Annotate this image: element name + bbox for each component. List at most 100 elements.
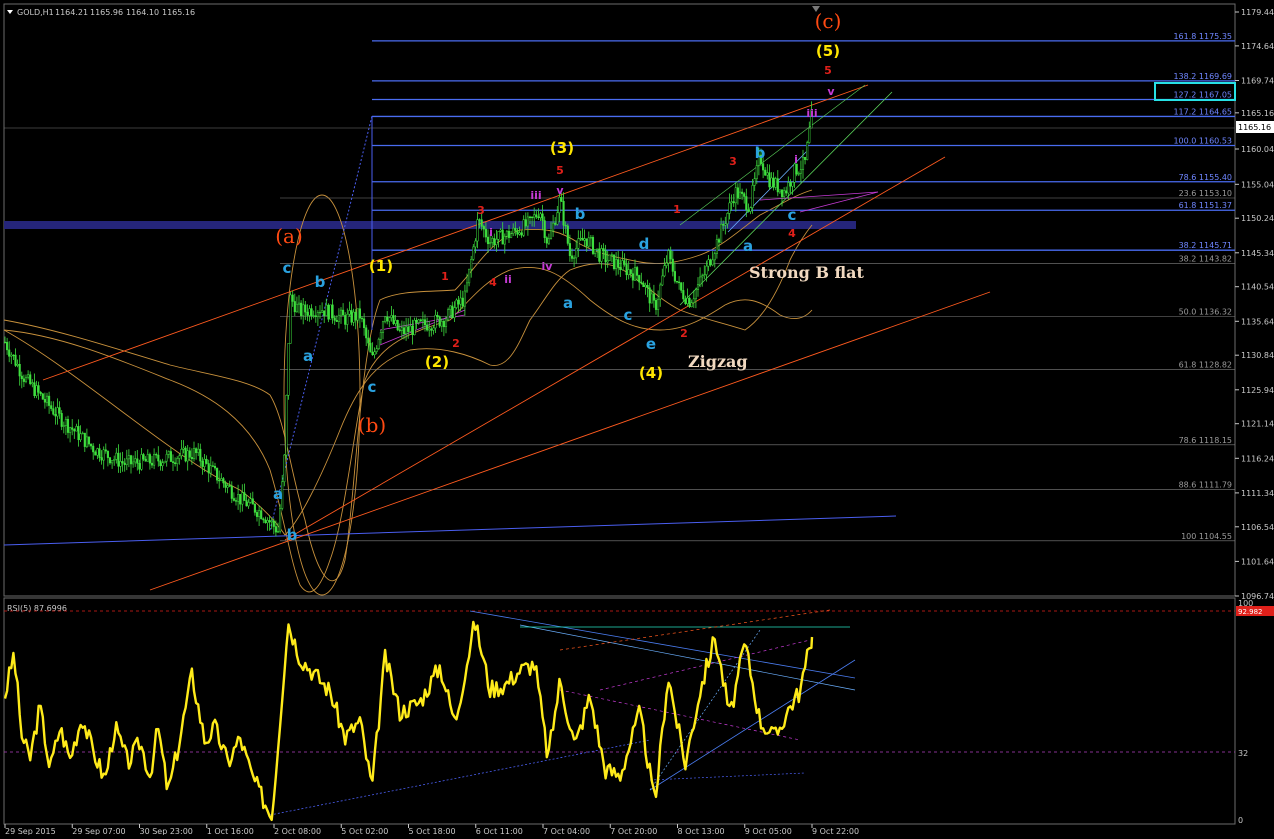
wave-label: 5	[556, 164, 564, 177]
price-tick-label: 1160.04	[1241, 145, 1274, 154]
candle-body	[405, 326, 408, 334]
price-tick-label: 1130.84	[1241, 351, 1274, 360]
candle-body	[558, 197, 561, 214]
wave-label: a	[563, 294, 573, 312]
candle-body	[209, 465, 212, 474]
candle-body	[62, 425, 65, 427]
candle-body	[484, 228, 487, 238]
candle-body	[98, 448, 101, 458]
candle-body	[434, 314, 437, 329]
candle-body	[218, 479, 221, 482]
candle-body	[6, 341, 9, 351]
fib-level-label: 100.0 1160.53	[1173, 137, 1232, 146]
candle-body	[543, 220, 546, 238]
candle-body	[579, 237, 582, 240]
candle-body	[636, 267, 639, 276]
candle-body	[316, 312, 319, 317]
candle-body	[283, 454, 286, 483]
candle-body	[621, 260, 624, 270]
candle-body	[644, 285, 647, 288]
candle-body	[247, 502, 250, 507]
candle-body	[449, 305, 452, 310]
candle-body	[106, 450, 109, 458]
candle-body	[726, 213, 729, 225]
candle-body	[117, 452, 120, 467]
candle-body	[526, 216, 529, 227]
candle-body	[312, 315, 315, 317]
candle-body	[121, 461, 124, 464]
candle-body	[3, 341, 7, 344]
candle-body	[520, 232, 523, 236]
candle-body	[314, 315, 317, 317]
candle-body	[230, 485, 233, 499]
candle-body	[249, 498, 252, 503]
candle-body	[111, 460, 114, 464]
time-tick-label: 29 Sep 07:00	[72, 827, 125, 835]
candle-body	[596, 248, 599, 250]
candle-body	[783, 190, 786, 197]
candle-body	[386, 316, 389, 322]
candle-body	[650, 293, 653, 304]
candle-body	[600, 248, 603, 262]
wave-label: v	[556, 184, 564, 197]
wave-label: iii	[530, 189, 541, 202]
candle-body	[564, 224, 567, 227]
candle-body	[741, 191, 744, 194]
candle-body	[793, 163, 796, 183]
ohlc-open: 1164.21	[55, 8, 88, 17]
candle-body	[533, 214, 536, 219]
candle-body	[365, 327, 368, 339]
candle-body	[510, 233, 513, 238]
wave-label: i	[794, 153, 798, 166]
candle-body	[285, 395, 288, 456]
wave-label: b	[755, 144, 766, 162]
candle-body	[552, 222, 555, 232]
ohlc-close: 1165.16	[162, 8, 195, 17]
fib-level-label: 61.8 1151.37	[1179, 201, 1232, 210]
candle-body	[279, 508, 282, 532]
candle-body	[581, 237, 584, 241]
candle-body	[612, 254, 616, 270]
candle-body	[245, 500, 248, 507]
candle-body	[127, 455, 130, 460]
price-tick-label: 1145.34	[1241, 249, 1274, 258]
annotation-zigzag: Zigzag	[688, 352, 748, 371]
candle-body	[789, 182, 792, 187]
wave-label: c	[283, 259, 292, 277]
candle-body	[136, 458, 139, 464]
candle-body	[190, 457, 193, 460]
candle-body	[83, 432, 86, 447]
candle-body	[48, 395, 51, 406]
fib-level-label: 38.2 1145.71	[1179, 241, 1232, 250]
candle-body	[58, 407, 61, 414]
price-chart-svg[interactable]: GOLD,H1 1164.21 1165.96 1164.10 1165.16 …	[0, 0, 1274, 836]
candle-body	[302, 304, 305, 316]
candle-body	[396, 320, 399, 331]
candle-body	[654, 300, 658, 310]
candle-body	[356, 308, 359, 321]
candle-body	[8, 349, 11, 357]
wave-label: c	[788, 206, 797, 224]
candle-body	[295, 303, 298, 313]
candle-body	[703, 274, 706, 277]
candle-body	[625, 264, 628, 276]
candle-body	[451, 305, 454, 318]
wave-label: b	[575, 205, 586, 223]
candle-body	[755, 165, 758, 179]
chart-window[interactable]: GOLD,H1 1164.21 1165.96 1164.10 1165.16 …	[0, 0, 1274, 836]
candle-body	[14, 354, 17, 366]
candle-body	[455, 299, 458, 308]
candle-body	[690, 302, 693, 308]
candle-body	[432, 327, 435, 331]
candle-body	[43, 399, 46, 403]
candle-body	[776, 178, 779, 193]
candle-body	[255, 512, 259, 517]
price-tick-label: 1116.24	[1241, 454, 1274, 463]
candle-body	[459, 297, 462, 305]
candle-body	[499, 229, 502, 232]
candle-body	[566, 225, 569, 244]
candle-body	[442, 320, 445, 328]
current-price-label: 1165.16	[1238, 123, 1271, 132]
candle-body	[260, 510, 263, 520]
candle-body	[411, 325, 414, 336]
